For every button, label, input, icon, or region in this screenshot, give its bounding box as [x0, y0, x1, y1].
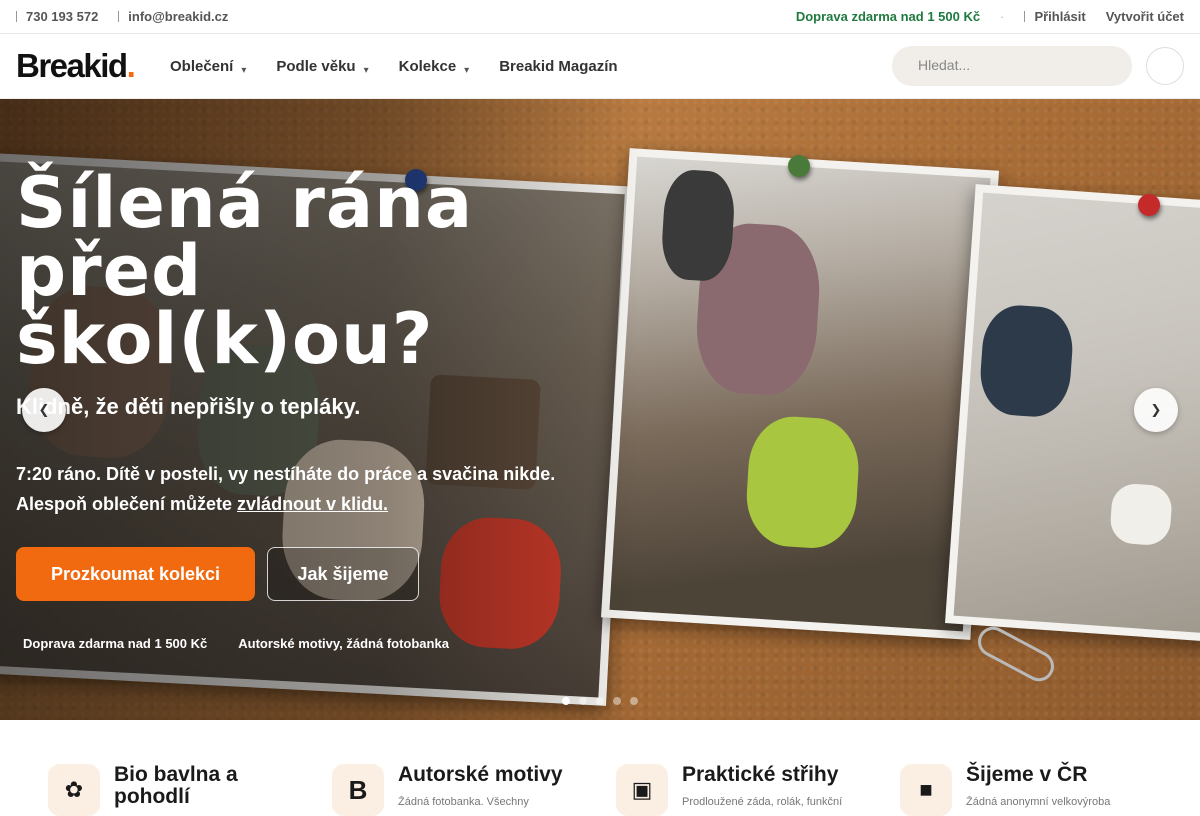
feature-title: Šijeme v ČR [966, 763, 1088, 786]
paperclip-icon [972, 621, 1060, 687]
push-pin-icon [1138, 194, 1160, 216]
email-address[interactable]: info@breakid.cz [128, 9, 228, 24]
top-bar: 730 193 572 info@breakid.cz Doprava zdar… [0, 0, 1200, 34]
email-contact[interactable]: info@breakid.cz [118, 9, 228, 24]
chevron-down-icon: ▾ [241, 65, 247, 76]
search-input[interactable] [918, 57, 1108, 73]
brand-b-icon: B [332, 764, 384, 816]
nav-item-obleceni[interactable]: Oblečení ▾ [170, 58, 246, 76]
perk-shipping: Doprava zdarma nad 1 500 Kč [23, 636, 208, 651]
logo-dot: . [126, 47, 136, 84]
email-icon [118, 11, 122, 22]
feature-title: Praktické střihy [682, 763, 839, 786]
nav-item-kolekce[interactable]: Kolekce ▾ [399, 58, 470, 76]
feature-desc: Prodloužené záda, rolák, funkční [682, 796, 843, 808]
hero-subtitle: Klidně, že děti nepřišly o tepláky. [16, 394, 361, 419]
carousel-next-button[interactable]: ❯ [1134, 388, 1178, 432]
register-link[interactable]: Vytvořit účet [1106, 9, 1184, 24]
hero-title: Šílená rána před škol(k)ou? [16, 162, 474, 380]
carousel-dot[interactable] [579, 697, 587, 705]
shipping-notice: Doprava zdarma nad 1 500 Kč [795, 9, 981, 24]
how-we-sew-button[interactable]: Jak šijeme [267, 547, 419, 601]
chevron-right-icon: ❯ [1150, 402, 1162, 417]
feature-desc: Žádná anonymní velkovýroba [966, 796, 1111, 808]
feature-title: Autorské motivy [398, 763, 563, 786]
hero-carousel: Šílená rána před škol(k)ou? Klidně, že d… [0, 99, 1200, 720]
push-pin-icon [788, 155, 810, 177]
user-icon [1024, 11, 1028, 22]
carousel-dot[interactable] [613, 697, 621, 705]
nav-label[interactable]: Podle věku [276, 58, 355, 75]
phone-number[interactable]: 730 193 572 [26, 9, 98, 24]
photo-image [609, 156, 991, 632]
login-label[interactable]: Přihlásit [1034, 9, 1085, 24]
main-header: Breakid. Oblečení ▾ Podle věku ▾ Kolekce ▾ … [0, 34, 1200, 99]
nav-label[interactable]: Oblečení [170, 58, 233, 75]
hero-text-link[interactable]: zvládnout v klidu. [237, 494, 388, 514]
hero-text: 7:20 ráno. Dítě v posteli, vy nestíháte … [16, 459, 556, 519]
cotton-icon: ✿ [48, 764, 100, 816]
phone-icon [16, 11, 20, 22]
logo-text[interactable]: Breakid [16, 47, 128, 84]
czech-map-icon: ■ [900, 764, 952, 816]
nav-item-podle-veku[interactable]: Podle věku ▾ [276, 58, 368, 76]
carousel-dots [562, 697, 638, 705]
chevron-down-icon: ▾ [363, 65, 369, 76]
separator: · [1000, 9, 1005, 24]
search-box[interactable] [892, 46, 1132, 86]
logo[interactable]: Breakid. [16, 47, 136, 84]
feature-desc: Žádná fotobanka. Všechny [398, 796, 529, 808]
nav-label[interactable]: Kolekce [399, 58, 457, 75]
hero-perks: Doprava zdarma nad 1 500 Kč Autorské mot… [23, 636, 449, 651]
explore-collection-button[interactable]: Prozkoumat kolekci [16, 547, 255, 601]
features-strip: ✿ Bio bavlna a pohodlí B Autorské motivy… [0, 720, 1200, 816]
phone-contact[interactable]: 730 193 572 [16, 9, 98, 24]
chevron-down-icon: ▾ [464, 65, 470, 76]
cart-button[interactable] [1146, 47, 1184, 85]
login-link[interactable]: Přihlásit [1024, 9, 1086, 24]
main-nav: Oblečení ▾ Podle věku ▾ Kolekce ▾ Breakid M… [170, 58, 618, 76]
carousel-dot[interactable] [562, 697, 570, 705]
hero-photo-child-dressing [600, 148, 1000, 640]
carousel-dot[interactable] [630, 697, 638, 705]
carousel-prev-button[interactable]: ❮ [22, 388, 66, 432]
nav-item-magazin[interactable]: Breakid Magazín [499, 58, 617, 76]
carousel-dot[interactable] [596, 697, 604, 705]
chevron-left-icon: ❮ [38, 402, 50, 417]
perk-original-designs: Autorské motivy, žádná fotobanka [238, 636, 449, 651]
feature-title: Bio bavlna a pohodlí [114, 763, 238, 808]
tshirt-icon: ▣ [616, 764, 668, 816]
